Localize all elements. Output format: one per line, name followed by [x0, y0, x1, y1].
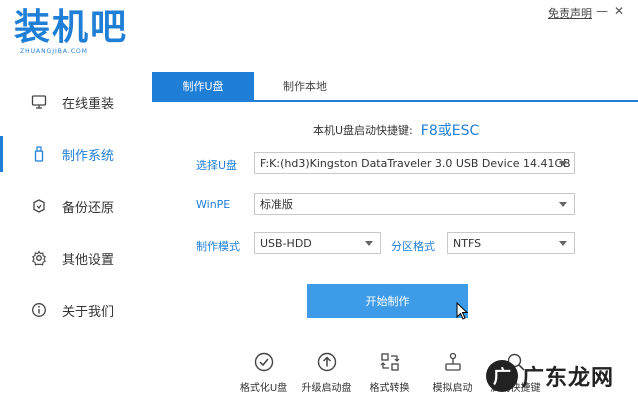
sidebar-item-label: 其他设置	[62, 252, 115, 268]
tool-label: 格式转换	[369, 383, 410, 394]
monitor-icon	[30, 93, 48, 111]
close-icon[interactable]: ✕	[614, 5, 624, 17]
convert-icon	[380, 350, 400, 374]
gear-icon	[30, 249, 48, 267]
check-circle-icon	[254, 350, 274, 374]
chevron-down-icon	[559, 241, 567, 246]
sidebar-item-other-settings[interactable]: 其他设置	[0, 232, 150, 284]
tool-format-usb[interactable]: 格式化U盘	[232, 350, 295, 394]
winpe-select[interactable]: 标准版	[254, 193, 575, 215]
main-tabs: 制作U盘 制作本地	[152, 72, 638, 102]
usb-icon	[30, 145, 48, 163]
sidebar-item-label: 关于我们	[62, 304, 115, 320]
hotkey-value: F8或ESC	[420, 123, 480, 139]
tab-make-local[interactable]: 制作本地	[254, 72, 356, 100]
usb-select-value: F:K:(hd3)Kingston DataTraveler 3.0 USB D…	[260, 156, 571, 170]
logo-subtitle: ZHUANGJIBA.COM	[20, 48, 88, 55]
app-logo: 装机吧 ZHUANGJIBA.COM	[14, 8, 134, 60]
mouse-cursor-icon	[456, 301, 469, 324]
upgrade-icon	[317, 350, 337, 374]
mode-select-label: 制作模式	[196, 240, 240, 253]
tool-format-convert[interactable]: 格式转换	[358, 350, 421, 394]
mode-select-value: USB-HDD	[260, 236, 312, 250]
info-icon	[30, 301, 48, 319]
sidebar: 在线重装 制作系统 备份还原 其他设置 关于我们	[0, 70, 150, 336]
winpe-select-value: 标准版	[260, 198, 293, 211]
tab-make-usb[interactable]: 制作U盘	[152, 72, 254, 100]
window-controls: — ✕	[596, 5, 624, 17]
watermark-text: 广东龙网	[522, 365, 615, 391]
chevron-down-icon	[559, 202, 567, 207]
hotkey-label: 本机U盘启动快捷键:	[313, 124, 413, 137]
usb-select[interactable]: F:K:(hd3)Kingston DataTraveler 3.0 USB D…	[254, 152, 575, 174]
chevron-down-icon	[559, 161, 567, 166]
logo-title: 装机吧	[14, 7, 129, 48]
watermark-badge: 广	[486, 360, 518, 392]
disclaimer-link[interactable]: 免责声明	[548, 5, 592, 21]
usb-select-label: 选择U盘	[196, 159, 238, 172]
chevron-down-icon	[365, 241, 373, 246]
sidebar-item-label: 在线重装	[62, 96, 115, 112]
tool-upgrade-boot-disk[interactable]: 升级启动盘	[295, 350, 358, 394]
joystick-icon	[443, 350, 463, 374]
sidebar-item-about-us[interactable]: 关于我们	[0, 284, 150, 336]
sidebar-item-backup-restore[interactable]: 备份还原	[0, 180, 150, 232]
sidebar-item-label: 制作系统	[62, 148, 115, 164]
winpe-select-label: WinPE	[196, 198, 231, 211]
tool-label: 升级启动盘	[301, 383, 352, 394]
hotkey-info: 本机U盘启动快捷键: F8或ESC	[313, 120, 479, 140]
sidebar-item-label: 备份还原	[62, 200, 115, 216]
partition-select-label: 分区格式	[391, 240, 435, 253]
tool-label: 格式化U盘	[239, 383, 288, 394]
start-make-button[interactable]: 开始制作	[307, 284, 468, 318]
tool-label: 模拟启动	[432, 383, 473, 394]
sidebar-item-online-reinstall[interactable]: 在线重装	[0, 76, 150, 128]
partition-select[interactable]: NTFS	[447, 232, 575, 254]
backup-icon	[30, 197, 48, 215]
partition-select-value: NTFS	[453, 236, 482, 250]
watermark: 广 广东龙网	[486, 350, 638, 402]
minimize-icon[interactable]: —	[596, 5, 608, 17]
sidebar-item-make-system[interactable]: 制作系统	[0, 128, 150, 180]
tool-simulate-boot[interactable]: 模拟启动	[421, 350, 484, 394]
mode-select[interactable]: USB-HDD	[254, 232, 381, 254]
